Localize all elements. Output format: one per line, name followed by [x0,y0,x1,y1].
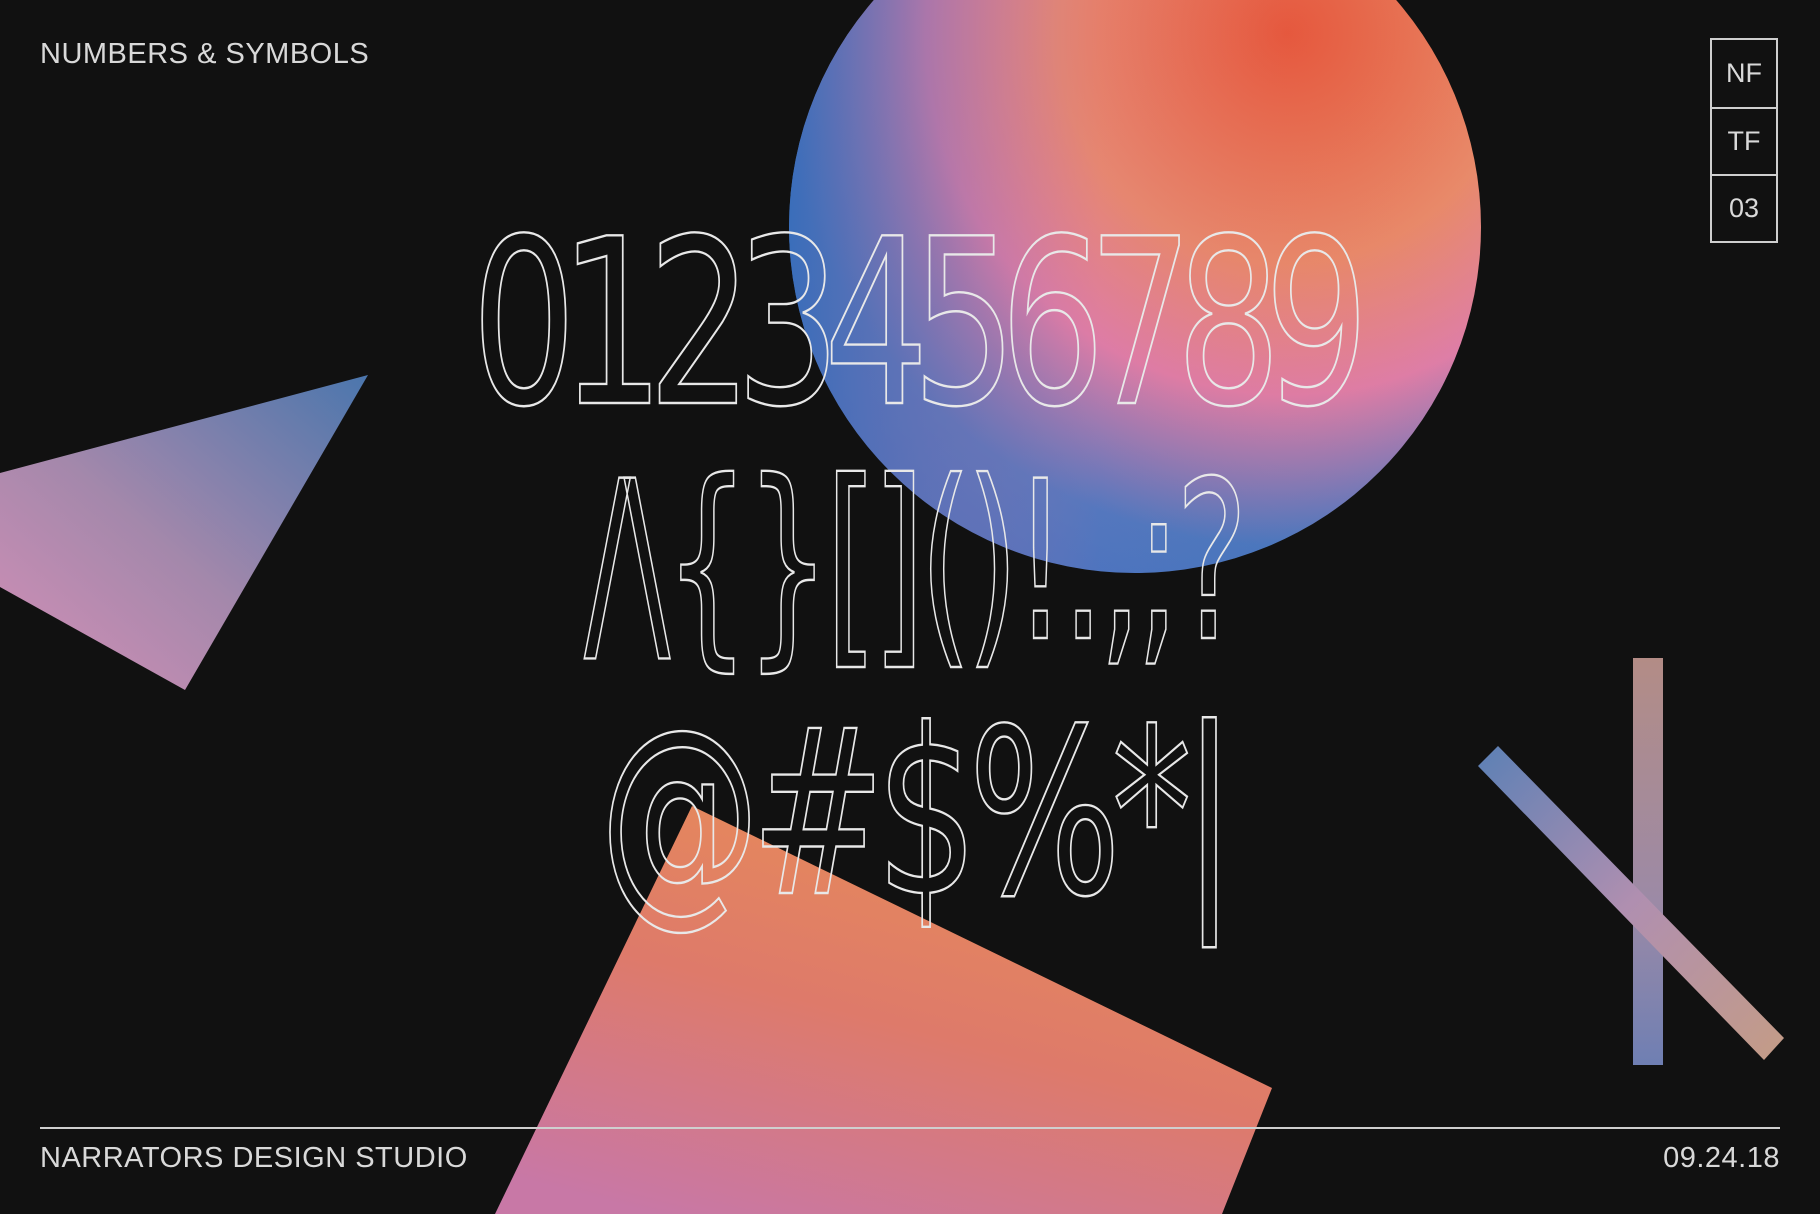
specimen-poster: NUMBERS & SYMBOLS NF TF 03 0123456789 /\… [0,0,1820,1214]
glyph-specimen: 0123456789 /\{}[]()!.,;? @#$%*| [0,0,1820,1214]
footer-divider [40,1127,1780,1129]
footer-date: 09.24.18 [1663,1142,1780,1174]
digits-row: 0123456789 [470,191,1370,458]
symbols-row: @#$%*| [599,681,1238,948]
punctuation-row: /\{}[]()!.,;? [584,434,1249,690]
studio-name: NARRATORS DESIGN STUDIO [40,1142,468,1174]
